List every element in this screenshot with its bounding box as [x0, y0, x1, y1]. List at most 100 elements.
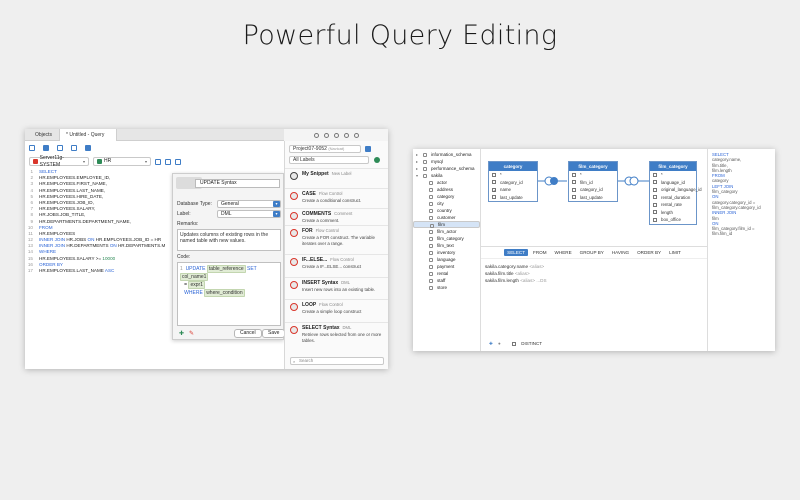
tree-item-staff[interactable]: staff — [413, 277, 480, 284]
tab-untitled-query[interactable]: * Untitled - Query — [59, 129, 117, 141]
db-type-select[interactable]: General ▾ — [217, 200, 281, 208]
columns-icon[interactable] — [343, 132, 349, 138]
snippet-item[interactable]: IF...ELSE... Flow Control Create a IF...EL… — [285, 254, 388, 277]
table-film[interactable]: film_category * language_id original_langua… — [649, 161, 702, 225]
tree-item-film[interactable]: film — [413, 221, 480, 228]
table-column-row[interactable]: * — [569, 171, 617, 179]
add-field-icon[interactable]: ✚ — [489, 341, 493, 346]
tree-item-mysql[interactable]: ▸ mysql — [413, 158, 480, 165]
table-column-row[interactable]: last_update — [489, 194, 537, 202]
tab-group-by[interactable]: GROUP BY — [577, 249, 607, 256]
column-checkbox[interactable] — [653, 217, 657, 222]
tree-item-country[interactable]: country — [413, 207, 480, 214]
table-column-row[interactable]: rental_duration — [650, 194, 696, 202]
tree-item-actor[interactable]: actor — [413, 179, 480, 186]
field-alias[interactable]: <alias> ...DS — [519, 278, 546, 283]
column-checkbox[interactable] — [653, 172, 657, 177]
tab-objects[interactable]: Objects — [29, 129, 58, 141]
field-alias[interactable]: <alias> — [528, 264, 544, 269]
code-field[interactable]: 1 UPDATE table_reference SET col_name1 =… — [177, 262, 281, 326]
tree-item-information-schema[interactable]: ▸ information_schema — [413, 151, 480, 158]
schema-select[interactable]: HR ▾ — [93, 157, 151, 166]
tree-item-store[interactable]: store — [413, 284, 480, 291]
placeholder-where-condition[interactable]: where_condition — [204, 289, 245, 297]
tree-item-inventory[interactable]: inventory — [413, 249, 480, 256]
run-icon[interactable] — [155, 158, 161, 165]
snippet-item[interactable]: CASE Flow Control Create a conditional con… — [285, 188, 388, 208]
tree-item-sakila[interactable]: ▾ sakila — [413, 172, 480, 179]
table-column-row[interactable]: original_language_id — [650, 186, 702, 194]
table-column-row[interactable]: rental_rate — [650, 201, 696, 209]
field-alias[interactable]: <alias> — [514, 271, 530, 276]
save-button[interactable]: Save — [262, 329, 286, 338]
refresh-icon[interactable] — [365, 146, 371, 152]
column-checkbox[interactable] — [492, 180, 496, 185]
tree-item-payment[interactable]: payment — [413, 263, 480, 270]
placeholder-expr[interactable]: expr1 — [188, 281, 205, 289]
table-column-row[interactable]: ✓ name — [489, 186, 537, 194]
snippet-item[interactable]: FOR Flow Control Create a FOR construct. T… — [285, 225, 388, 254]
explain-icon[interactable] — [175, 158, 181, 165]
tree-item-customer[interactable]: customer — [413, 214, 480, 221]
table-column-row[interactable]: length — [650, 209, 696, 217]
column-checkbox[interactable] — [572, 187, 576, 192]
snippet-name-field[interactable]: UPDATE Syntax — [195, 179, 280, 188]
tree-item-city[interactable]: city — [413, 200, 480, 207]
tab-from[interactable]: FROM — [530, 249, 550, 256]
save-icon[interactable] — [29, 145, 35, 151]
stop-icon[interactable] — [165, 158, 171, 165]
code-snippet-icon[interactable] — [71, 145, 77, 151]
table-category[interactable]: category * category_id ✓ name last_update — [488, 161, 538, 202]
placeholder-table-reference[interactable]: table_reference — [206, 265, 246, 273]
tree-item-film-text[interactable]: film_text — [413, 242, 480, 249]
column-checkbox[interactable] — [653, 210, 657, 215]
label-select[interactable]: DML ▾ — [217, 210, 281, 218]
label-filter-select[interactable]: All Labels — [289, 156, 369, 164]
snippet-item[interactable]: SELECT Syntax DML Retrieve rows selected f… — [285, 322, 388, 352]
table-column-row[interactable]: film_id — [569, 179, 617, 187]
tree-item-film-category[interactable]: film_category — [413, 235, 480, 242]
column-checkbox[interactable] — [653, 180, 657, 185]
tab-order-by[interactable]: ORDER BY — [634, 249, 664, 256]
tab-limit[interactable]: LIMIT — [666, 249, 684, 256]
remove-placeholder-icon[interactable]: ✎ — [189, 330, 195, 337]
table-column-row[interactable]: * — [489, 171, 537, 179]
tab-where[interactable]: WHERE — [552, 249, 575, 256]
tree-item-address[interactable]: address — [413, 186, 480, 193]
column-checkbox[interactable] — [492, 195, 496, 200]
select-field-row[interactable]: sakila.film.length <alias> ...DS — [485, 277, 547, 284]
table-column-row[interactable]: category_id — [489, 179, 537, 187]
tree-item-language[interactable]: language — [413, 256, 480, 263]
column-checkbox[interactable] — [572, 172, 576, 177]
tab-select[interactable]: SELECT — [504, 249, 529, 256]
column-checkbox[interactable] — [572, 195, 576, 200]
table-column-row[interactable]: * — [650, 171, 696, 179]
table-column-row[interactable]: box_office — [650, 216, 696, 224]
project-select[interactable]: Project07-9052 (Navicat) — [289, 145, 361, 153]
tree-item-film-actor[interactable]: film_actor — [413, 228, 480, 235]
select-field-row[interactable]: sakila.film.title <alias> — [485, 270, 547, 277]
snippet-item[interactable]: COMMENTS Comment Create a comment. — [285, 208, 388, 225]
info-icon[interactable] — [313, 132, 319, 138]
column-checkbox[interactable] — [653, 202, 657, 207]
table-column-row[interactable]: last_update — [569, 194, 617, 202]
snippet-item[interactable]: LOOP Flow Control Create a simple loop con… — [285, 299, 388, 322]
text-icon[interactable] — [85, 145, 91, 151]
snippet-search-input[interactable]: Search — [290, 357, 384, 365]
settings-icon[interactable] — [353, 132, 359, 138]
cancel-button[interactable]: Cancel — [234, 329, 262, 338]
tab-having[interactable]: HAVING — [609, 249, 632, 256]
remove-field-icon[interactable]: ● — [498, 341, 501, 346]
query-builder-icon[interactable] — [43, 145, 49, 151]
beautify-icon[interactable] — [57, 145, 63, 151]
column-checkbox[interactable] — [492, 172, 496, 177]
new-snippet-icon[interactable] — [374, 157, 380, 163]
column-checkbox[interactable] — [572, 180, 576, 185]
remarks-field[interactable]: Updates columns of existing rows in the … — [177, 229, 281, 251]
table-column-row[interactable]: language_id — [650, 179, 696, 187]
ddl-icon[interactable] — [323, 132, 329, 138]
table-film-category[interactable]: film_category * film_id category_id last_upd… — [568, 161, 618, 202]
placeholder-col-name[interactable]: col_name1 — [180, 273, 209, 281]
select-field-row[interactable]: sakila.category.name <alias> — [485, 263, 547, 270]
add-placeholder-icon[interactable]: ✚ — [179, 330, 185, 337]
